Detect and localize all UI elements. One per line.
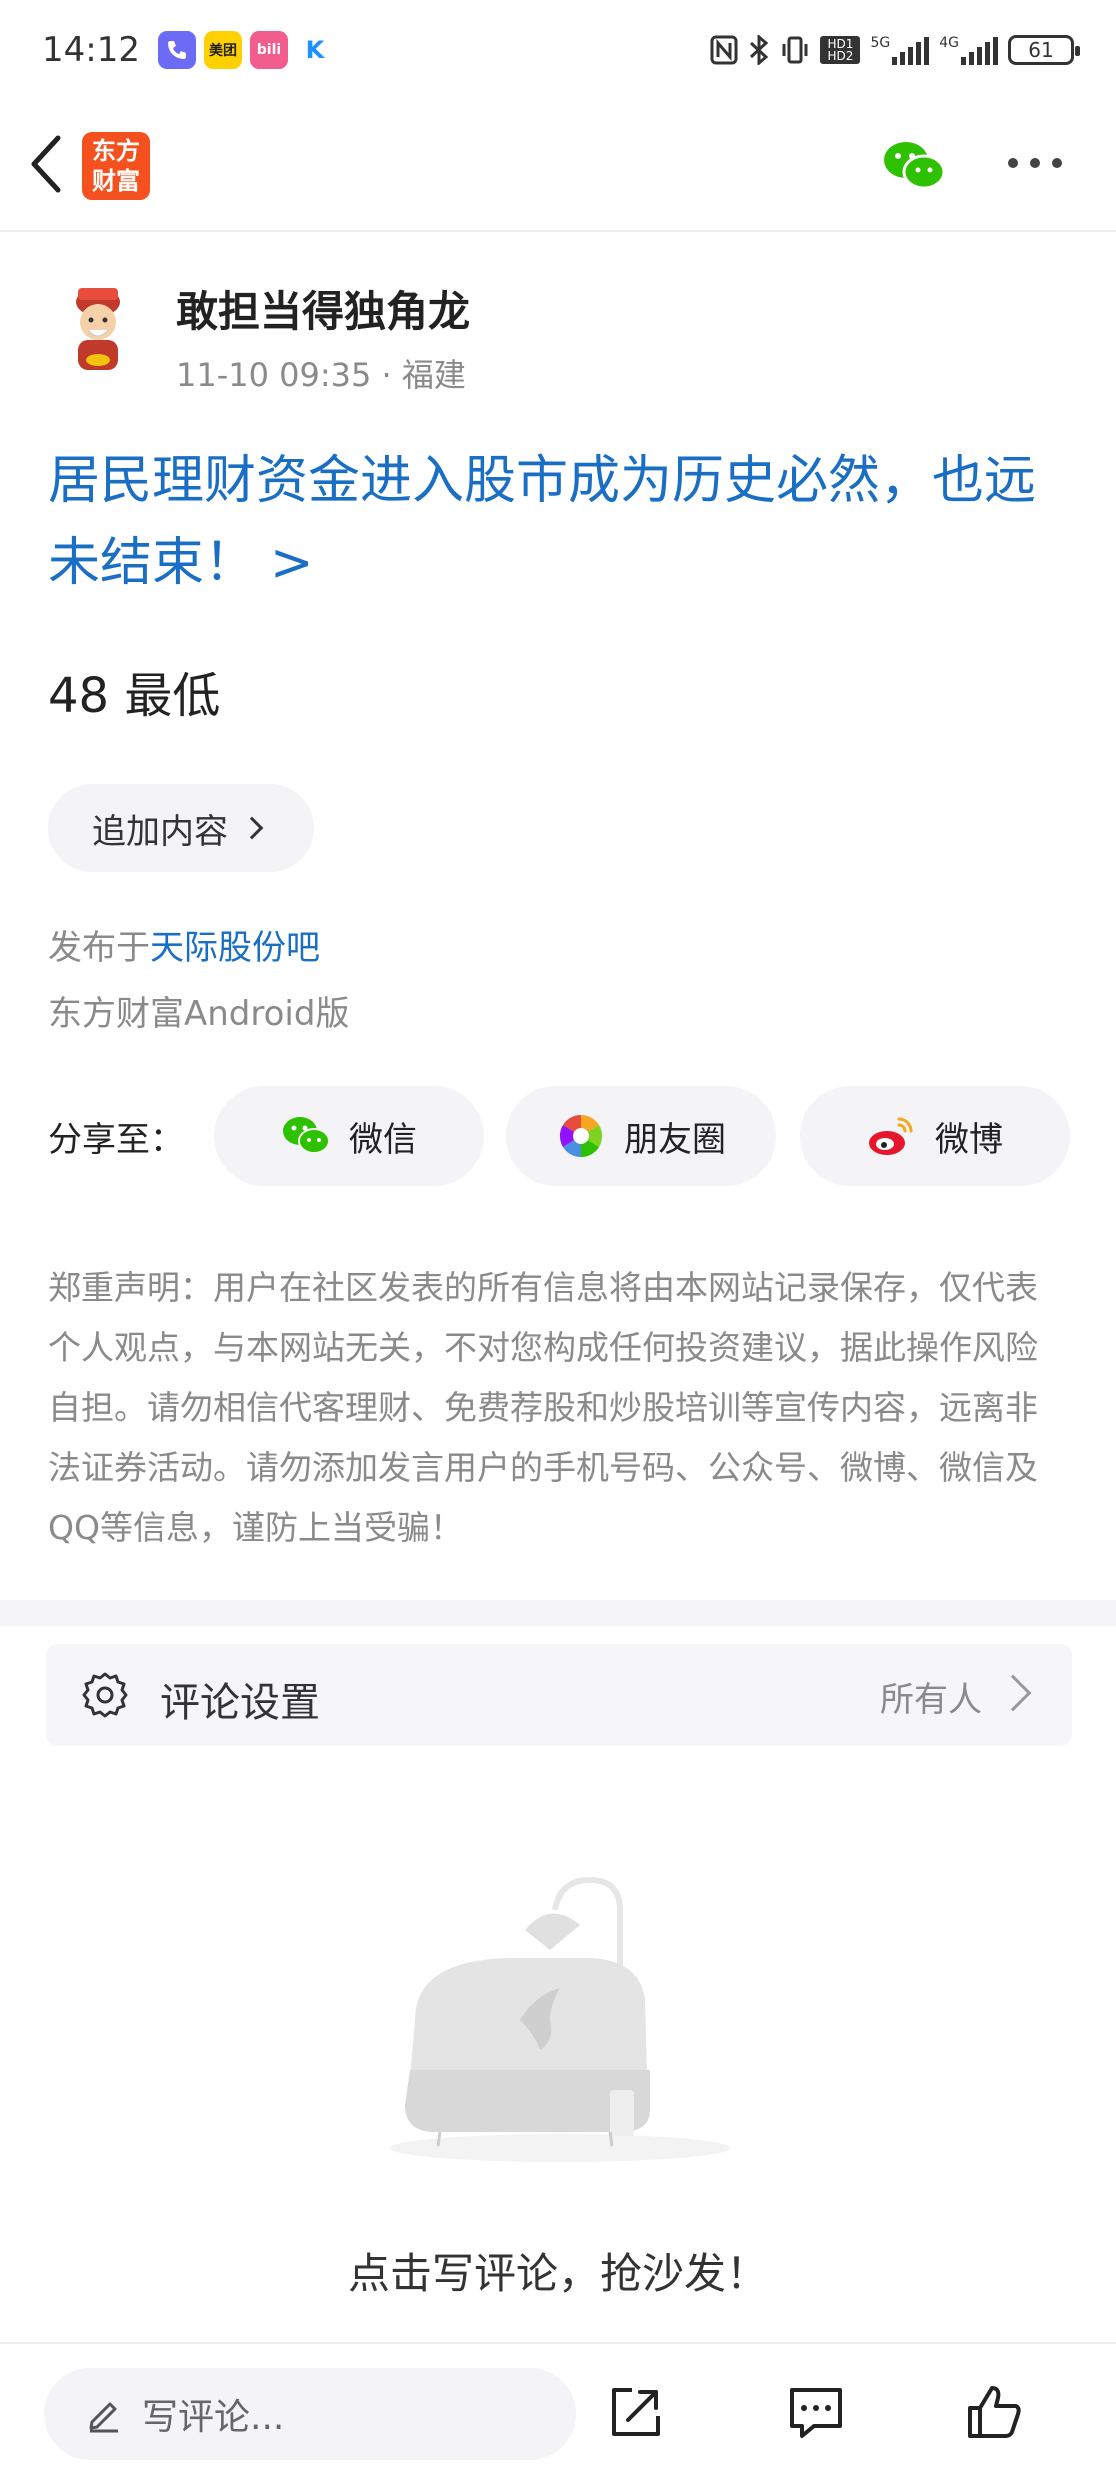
comment-icon[interactable]: [784, 2380, 848, 2444]
status-time: 14:12: [42, 30, 140, 70]
network-5g: 5G: [870, 35, 930, 65]
author-header[interactable]: 敢担当得独角龙 11-10 09:35 · 福建: [48, 272, 1068, 394]
wechat-share-icon[interactable]: [882, 138, 946, 194]
share-wechat-label: 微信: [349, 1119, 417, 1160]
share-weibo-button[interactable]: 微博: [800, 1086, 1070, 1186]
forum-link[interactable]: 天际股份吧: [150, 928, 320, 968]
gear-icon: [82, 1672, 128, 1718]
bluetooth-icon: [750, 35, 769, 65]
comment-settings-label: 评论设置: [160, 1680, 320, 1726]
post-title-link[interactable]: 居民理财资金进入股市成为历史必然，也远未结束！ >: [48, 440, 1078, 604]
status-bar: 14:12 美团 bili K HD1 HD2 5G 4G 61: [0, 0, 1116, 100]
weibo-icon: [869, 1117, 913, 1155]
moments-icon: [559, 1114, 603, 1158]
top-nav-bar: 东方 财富: [0, 100, 1116, 232]
comment-settings-value: 所有人: [880, 1680, 982, 1720]
disclaimer-text: 郑重声明：用户在社区发表的所有信息将由本网站记录保存，仅代表个人观点，与本网站无…: [48, 1268, 1038, 1547]
bilibili-app-icon: bili: [249, 31, 288, 69]
title-arrow: >: [270, 533, 314, 593]
published-in: 发布于天际股份吧: [48, 928, 320, 968]
empty-sofa-illustration: [390, 1876, 730, 2162]
post-meta: 11-10 09:35 · 福建: [176, 356, 466, 394]
eastmoney-logo: 东方 财富: [82, 132, 150, 200]
share-weibo-label: 微博: [935, 1119, 1003, 1160]
wechat-icon: [283, 1117, 330, 1154]
status-indicators: HD1 HD2 5G 4G 61: [710, 35, 1080, 65]
write-comment-input[interactable]: 写评论...: [44, 2368, 576, 2460]
chevron-right-icon: [994, 1674, 1032, 1712]
back-arrow-icon[interactable]: [22, 132, 72, 196]
avatar[interactable]: [58, 282, 138, 378]
share-external-icon[interactable]: [604, 2380, 668, 2444]
comment-settings-row[interactable]: 评论设置 所有人: [46, 1644, 1072, 1746]
chevron-right-icon: [240, 816, 264, 840]
append-content-label: 追加内容: [92, 811, 228, 852]
kuaishou-app-icon: K: [295, 31, 334, 69]
meituan-app-icon: 美团: [203, 31, 242, 69]
phone-app-icon: [157, 31, 196, 69]
share-wechat-button[interactable]: 微信: [214, 1086, 484, 1186]
author-name[interactable]: 敢担当得独角龙: [176, 278, 470, 339]
client-source: 东方财富Android版: [48, 994, 350, 1034]
pencil-icon: [89, 2402, 118, 2433]
network-4g: 4G: [939, 35, 998, 65]
write-comment-placeholder: 写评论...: [142, 2397, 285, 2438]
vibrate-icon: [782, 36, 808, 64]
like-thumb-icon[interactable]: [962, 2380, 1026, 2444]
battery-indicator: 61: [1008, 35, 1080, 65]
hd-indicator: HD1 HD2: [820, 36, 861, 64]
append-content-button[interactable]: 追加内容: [48, 784, 314, 872]
bottom-action-bar: 写评论...: [0, 2342, 1116, 2480]
share-label: 分享至：: [48, 1120, 184, 1160]
share-moments-button[interactable]: 朋友圈: [506, 1086, 776, 1186]
section-divider: [0, 1600, 1116, 1626]
post-body: 48 最低: [48, 668, 221, 724]
empty-comments-prompt[interactable]: 点击写评论，抢沙发！: [0, 2240, 1116, 2301]
more-options-icon[interactable]: [1008, 158, 1062, 168]
nfc-icon: [710, 35, 738, 65]
share-moments-label: 朋友圈: [624, 1119, 726, 1160]
